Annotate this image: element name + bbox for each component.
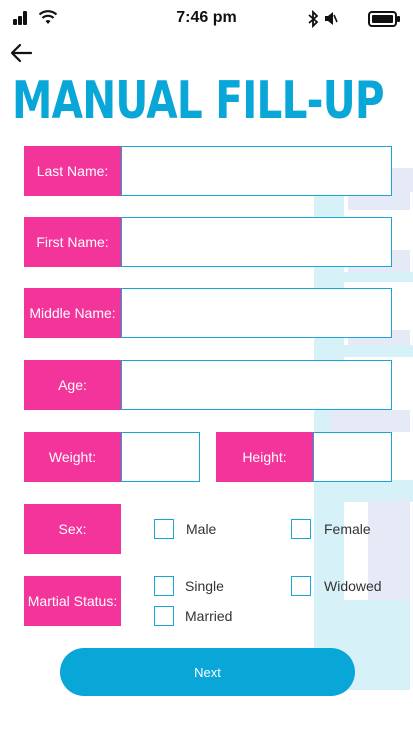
- middle-name-label: Middle Name:: [24, 288, 121, 338]
- first-name-input[interactable]: [121, 217, 392, 267]
- male-option-label: Male: [186, 521, 217, 537]
- bg-decor: [330, 410, 410, 432]
- middle-name-input[interactable]: [121, 288, 392, 338]
- next-button[interactable]: Next: [60, 648, 355, 696]
- single-checkbox[interactable]: [154, 576, 174, 596]
- clock: 7:46 pm: [176, 9, 237, 26]
- female-option-label: Female: [324, 521, 371, 537]
- bluetooth-icon: [308, 10, 319, 28]
- male-checkbox[interactable]: [154, 519, 174, 539]
- last-name-label: Last Name:: [24, 146, 121, 196]
- back-arrow-icon[interactable]: [9, 42, 33, 64]
- married-checkbox[interactable]: [154, 606, 174, 626]
- widowed-option-label: Widowed: [324, 578, 382, 594]
- speaker-icon: [325, 12, 338, 25]
- page-title: MANUAL FILL-UP: [12, 71, 385, 131]
- weight-label: Weight:: [24, 432, 121, 482]
- married-option-label: Married: [185, 608, 233, 624]
- age-label: Age:: [24, 360, 121, 410]
- last-name-input[interactable]: [121, 146, 392, 196]
- marital-status-label: Martial Status:: [24, 576, 121, 626]
- bg-decor: [368, 500, 410, 640]
- widowed-checkbox[interactable]: [291, 576, 311, 596]
- bg-decor: [314, 272, 413, 282]
- first-name-label: First Name:: [24, 217, 121, 267]
- weight-input[interactable]: [121, 432, 200, 482]
- single-option-label: Single: [185, 578, 224, 594]
- bg-decor: [314, 345, 413, 357]
- status-bar: 7:46 pm: [0, 0, 413, 38]
- battery-icon: [368, 11, 400, 27]
- height-label: Height:: [216, 432, 313, 482]
- female-checkbox[interactable]: [291, 519, 311, 539]
- height-input[interactable]: [313, 432, 392, 482]
- bg-decor: [314, 480, 413, 502]
- age-input[interactable]: [121, 360, 392, 410]
- sex-label: Sex:: [24, 504, 121, 554]
